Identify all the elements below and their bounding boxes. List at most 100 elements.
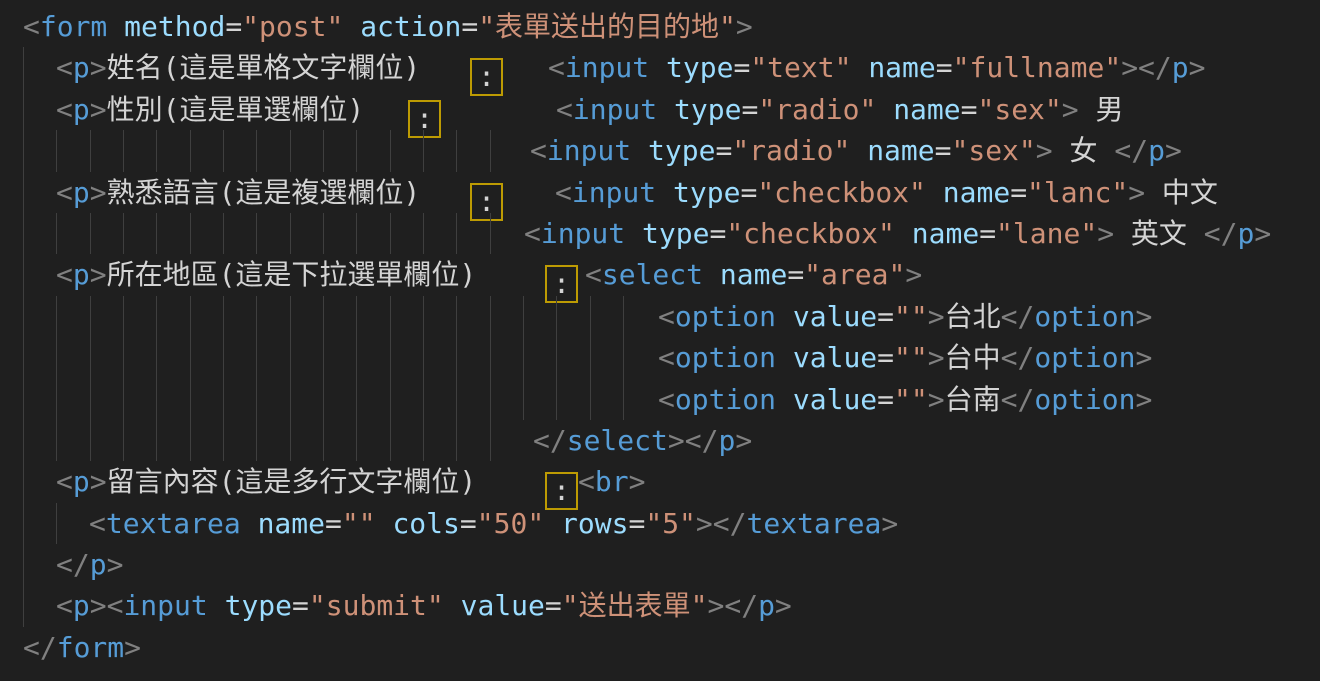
indent-guide (90, 337, 91, 378)
code-chunk: <p>熟悉語言(這是複選欄位) (56, 172, 420, 213)
token-attribute-name: rows (561, 507, 628, 540)
indent-guide (356, 379, 357, 420)
indent-guide (456, 420, 457, 461)
token-text (208, 589, 225, 622)
code-chunk: <form method="post" action="表單送出的目的地"> (23, 6, 753, 47)
token-attribute-name: type (642, 217, 709, 250)
indent-guide (56, 213, 57, 254)
indent-guide (390, 213, 391, 254)
token-punctuation: > (124, 631, 141, 664)
code-line[interactable]: </p> (0, 544, 1320, 585)
token-equals: = (460, 507, 477, 540)
indent-guide (323, 337, 324, 378)
indent-guide (23, 585, 24, 626)
token-punctuation: </ (1204, 217, 1238, 250)
token-punctuation: </ (56, 548, 90, 581)
indent-guide (56, 130, 57, 171)
indent-guide (156, 296, 157, 337)
token-string: "lanc" (1027, 176, 1128, 209)
token-punctuation: > (928, 300, 945, 333)
code-line[interactable]: <option value="">台北</option> (0, 296, 1320, 337)
token-tag-name: input (547, 134, 631, 167)
indent-guide (390, 296, 391, 337)
code-editor[interactable]: <form method="post" action="表單送出的目的地"><p… (0, 0, 1320, 681)
indent-guide (23, 130, 24, 171)
token-punctuation: > (775, 589, 792, 622)
code-line[interactable]: <p><input type="submit" value="送出表單"></p… (0, 585, 1320, 626)
token-string: "checkbox" (726, 217, 895, 250)
code-chunk: </select></p> (533, 420, 752, 461)
indent-guide (90, 130, 91, 171)
indent-guide (90, 213, 91, 254)
code-line[interactable]: <p>姓名(這是單格文字欄位):<input type="text" name=… (0, 47, 1320, 88)
token-punctuation: > (1136, 300, 1153, 333)
token-punctuation: < (548, 51, 565, 84)
indent-guide (423, 130, 424, 171)
indent-guide (56, 503, 57, 544)
token-text: 英文 (1114, 217, 1204, 250)
token-attribute-name: action (360, 10, 461, 43)
token-punctuation: > (107, 548, 124, 581)
indent-guide (456, 130, 457, 171)
token-tag-name: input (541, 217, 625, 250)
token-tag-name: option (1034, 300, 1135, 333)
indent-guide (156, 130, 157, 171)
token-punctuation: < (658, 341, 675, 374)
indent-guide (256, 420, 257, 461)
token-tag-name: p (1148, 134, 1165, 167)
code-line[interactable]: <input type="radio" name="sex"> 女 </p> (0, 130, 1320, 171)
token-text: 台北 (945, 300, 1001, 333)
indent-guide (423, 296, 424, 337)
token-text: 台中 (945, 341, 1001, 374)
indent-guide (490, 420, 491, 461)
token-punctuation: ></ (668, 424, 719, 457)
code-line[interactable]: <form method="post" action="表單送出的目的地"> (0, 6, 1320, 47)
indent-guide (23, 89, 24, 130)
indent-guide (90, 420, 91, 461)
token-string: "fullname" (953, 51, 1122, 84)
indent-guide (190, 130, 191, 171)
indent-guide (23, 503, 24, 544)
code-line[interactable]: <option value="">台南</option> (0, 379, 1320, 420)
indent-guide (123, 337, 124, 378)
code-line[interactable]: <p>所在地區(這是下拉選單欄位):<select name="area"> (0, 254, 1320, 295)
token-text (631, 134, 648, 167)
code-line[interactable]: <p>熟悉語言(這是複選欄位):<input type="checkbox" n… (0, 172, 1320, 213)
token-punctuation: ></ (707, 589, 758, 622)
code-chunk: <p>所在地區(這是下拉選單欄位) (56, 254, 476, 295)
indent-guide (323, 296, 324, 337)
token-tag-name: p (73, 465, 90, 498)
token-punctuation: < (56, 465, 73, 498)
token-text (703, 258, 720, 291)
token-punctuation: < (658, 383, 675, 416)
token-attribute-name: name (867, 134, 934, 167)
indent-guide (90, 296, 91, 337)
indent-guide (556, 337, 557, 378)
indent-guide (290, 379, 291, 420)
token-tag-name: form (40, 10, 107, 43)
token-punctuation: > (1062, 93, 1079, 126)
token-punctuation: < (56, 589, 73, 622)
code-line[interactable]: <p>性別(這是單選欄位):<input type="radio" name="… (0, 89, 1320, 130)
token-punctuation: < (23, 10, 40, 43)
code-line[interactable]: </form> (0, 627, 1320, 668)
indent-guide (256, 213, 257, 254)
code-line[interactable]: <option value="">台中</option> (0, 337, 1320, 378)
indent-guide (190, 213, 191, 254)
token-text (241, 507, 258, 540)
code-chunk: <option value="">台北</option> (658, 296, 1152, 337)
token-punctuation: > (1254, 217, 1271, 250)
code-line[interactable]: <input type="checkbox" name="lane"> 英文 <… (0, 213, 1320, 254)
indent-guide (23, 379, 24, 420)
token-string: "radio" (732, 134, 850, 167)
indent-guide (456, 213, 457, 254)
code-line[interactable]: <textarea name="" cols="50" rows="5"></t… (0, 503, 1320, 544)
token-attribute-name: value (461, 589, 545, 622)
indent-guide (490, 296, 491, 337)
token-tag-name: select (602, 258, 703, 291)
token-tag-name: option (1034, 341, 1135, 374)
code-line[interactable]: <p>留言內容(這是多行文字欄位):<br> (0, 461, 1320, 502)
token-string: "" (894, 300, 928, 333)
token-punctuation: > (928, 341, 945, 374)
code-line[interactable]: </select></p> (0, 420, 1320, 461)
